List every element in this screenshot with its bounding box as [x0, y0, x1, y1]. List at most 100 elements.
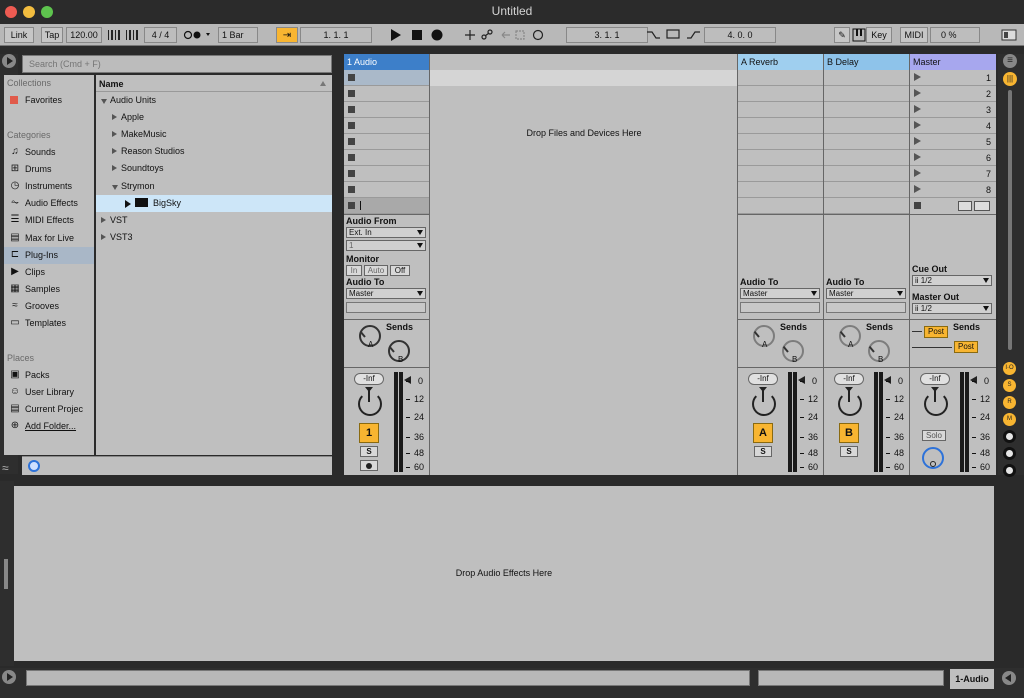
overview-toggle-icon[interactable] [1000, 27, 1020, 43]
loop-start-field[interactable]: 3. 1. 1 [566, 27, 648, 43]
clip-slot[interactable] [824, 166, 909, 182]
clip-slot[interactable] [824, 86, 909, 102]
stop-icon[interactable] [412, 30, 422, 40]
tree-item-reason-studios[interactable]: Reason Studios [96, 143, 332, 160]
follow-button[interactable]: ⇥ [276, 27, 298, 43]
solo-button[interactable]: S [754, 446, 772, 457]
return-b-channel-field[interactable] [826, 302, 906, 313]
tree-item-soundtoys[interactable]: Soundtoys [96, 160, 332, 177]
metronome-icon[interactable] [180, 27, 216, 43]
loop-switch-icon[interactable] [666, 29, 680, 39]
clip-stop-button-icon[interactable] [348, 122, 355, 129]
audio-from-channel-dropdown[interactable]: 1 [346, 240, 426, 251]
clip-slot[interactable] [738, 150, 823, 166]
clip-slot[interactable] [738, 198, 823, 214]
pan-knob[interactable] [358, 392, 382, 416]
arrangement-position-field[interactable]: 1. 1. 1 [300, 27, 372, 43]
place-current-projec[interactable]: ▤ Current Projec [4, 401, 94, 418]
audio-to-channel-field[interactable] [346, 302, 426, 313]
name-column-header[interactable]: Name [96, 75, 332, 92]
fader-handle-icon[interactable] [884, 376, 891, 384]
x-icon[interactable] [1003, 430, 1016, 443]
place-user-library[interactable]: ☺ User Library [4, 384, 94, 401]
return-a-output-dropdown[interactable]: Master [740, 288, 820, 299]
stop-all-clips-icon[interactable] [914, 202, 921, 209]
detail-resize-handle[interactable] [4, 559, 8, 589]
expanded-arrow-icon[interactable] [101, 99, 107, 104]
volume-field[interactable]: -Inf [920, 373, 950, 385]
key-map-button[interactable]: Key [866, 27, 892, 43]
scene-play-icon[interactable] [914, 121, 921, 129]
clip-slot[interactable] [738, 86, 823, 102]
keyboard-icon[interactable] [852, 27, 866, 43]
expanded-arrow-icon[interactable] [112, 184, 118, 190]
browser-search-input[interactable] [23, 56, 331, 72]
crossfade-b-icon[interactable] [974, 201, 990, 211]
return-b-output-dropdown[interactable]: Master [826, 288, 906, 299]
midi-map-button[interactable]: MIDI [900, 27, 928, 43]
sidebar-item-grooves[interactable]: ≈ Grooves [4, 298, 94, 315]
tree-item-vst3[interactable]: VST3 [96, 229, 332, 246]
arm-record-button[interactable] [360, 460, 378, 471]
tree-item-bigsky[interactable]: BigSky [96, 194, 332, 212]
play-icon[interactable] [391, 29, 401, 41]
quantize-dropdown[interactable]: 1 Bar [218, 27, 258, 43]
pan-knob[interactable] [838, 392, 862, 416]
collapsed-arrow-icon[interactable] [112, 131, 117, 138]
clip-slot[interactable] [738, 182, 823, 198]
tree-item-audio-units[interactable]: Audio Units [96, 92, 332, 109]
clip-slot[interactable] [344, 198, 429, 214]
pan-knob[interactable] [924, 392, 948, 416]
sidebar-item-samples[interactable]: ▦ Samples [4, 281, 94, 298]
info-view-toggle-icon[interactable] [2, 670, 16, 684]
clip-slot[interactable] [344, 70, 429, 86]
stop-clips-icon[interactable] [360, 201, 361, 210]
return-a-channel-field[interactable] [740, 302, 820, 313]
place-packs[interactable]: ▣ Packs [4, 367, 94, 384]
scene-play-icon[interactable] [914, 169, 921, 177]
scene-launch-7[interactable]: 7 [910, 166, 996, 182]
scene-play-icon[interactable] [914, 73, 921, 81]
solo-switch-button[interactable]: Solo [922, 430, 946, 441]
fader-handle-icon[interactable] [404, 376, 411, 384]
clip-slot[interactable] [344, 102, 429, 118]
post-b-button[interactable]: Post [954, 341, 978, 353]
detail-view-toggle-icon[interactable] [1002, 671, 1016, 685]
scene-play-icon[interactable] [914, 185, 921, 193]
scene-launch-8[interactable]: 8 [910, 182, 996, 198]
volume-field[interactable]: -Inf [834, 373, 864, 385]
overdub-icon[interactable] [465, 30, 475, 40]
crossfader-icon[interactable] [1003, 447, 1016, 460]
tree-item-vst[interactable]: VST [96, 212, 332, 229]
collapsed-arrow-icon[interactable] [101, 233, 106, 240]
selected-track-label[interactable]: 1-Audio [950, 669, 994, 689]
metronome-bars-icon[interactable] [106, 27, 142, 43]
sidebar-item-max-for-live[interactable]: ▤ Max for Live [4, 230, 94, 247]
crossfade-a-icon[interactable] [958, 201, 972, 211]
clip-slot[interactable] [824, 182, 909, 198]
collapsed-arrow-icon[interactable] [112, 165, 117, 172]
clip-slot[interactable] [824, 198, 909, 214]
play-arrow-icon[interactable] [125, 199, 131, 208]
fader-handle-icon[interactable] [970, 376, 977, 384]
clip-slot[interactable] [824, 118, 909, 134]
scene-play-icon[interactable] [914, 153, 921, 161]
draw-mode-button[interactable]: ✎ [834, 27, 850, 43]
clip-slot[interactable] [738, 134, 823, 150]
sidebar-item-favorites[interactable]: Favorites [4, 92, 94, 109]
monitor-in-button[interactable]: In [346, 265, 362, 276]
tap-button[interactable]: Tap [41, 27, 63, 43]
audio-from-dropdown[interactable]: Ext. In [346, 227, 426, 238]
clip-stop-button-icon[interactable] [348, 106, 355, 113]
toggle-s[interactable]: S [1003, 379, 1016, 392]
track-header-master[interactable]: Master [910, 54, 996, 70]
scene-play-icon[interactable] [914, 105, 921, 113]
sidebar-item-plug-ins[interactable]: ⊏ Plug-Ins [4, 246, 94, 264]
audio-to-dropdown[interactable]: Master [346, 288, 426, 299]
groove-pool-icon[interactable]: ≈ [2, 462, 16, 474]
solo-button[interactable]: S [840, 446, 858, 457]
solo-button[interactable]: S [360, 446, 378, 457]
clip-slot[interactable] [344, 150, 429, 166]
sidebar-item-templates[interactable]: ▭ Templates [4, 315, 94, 332]
toggle-m[interactable]: M [1003, 413, 1016, 426]
